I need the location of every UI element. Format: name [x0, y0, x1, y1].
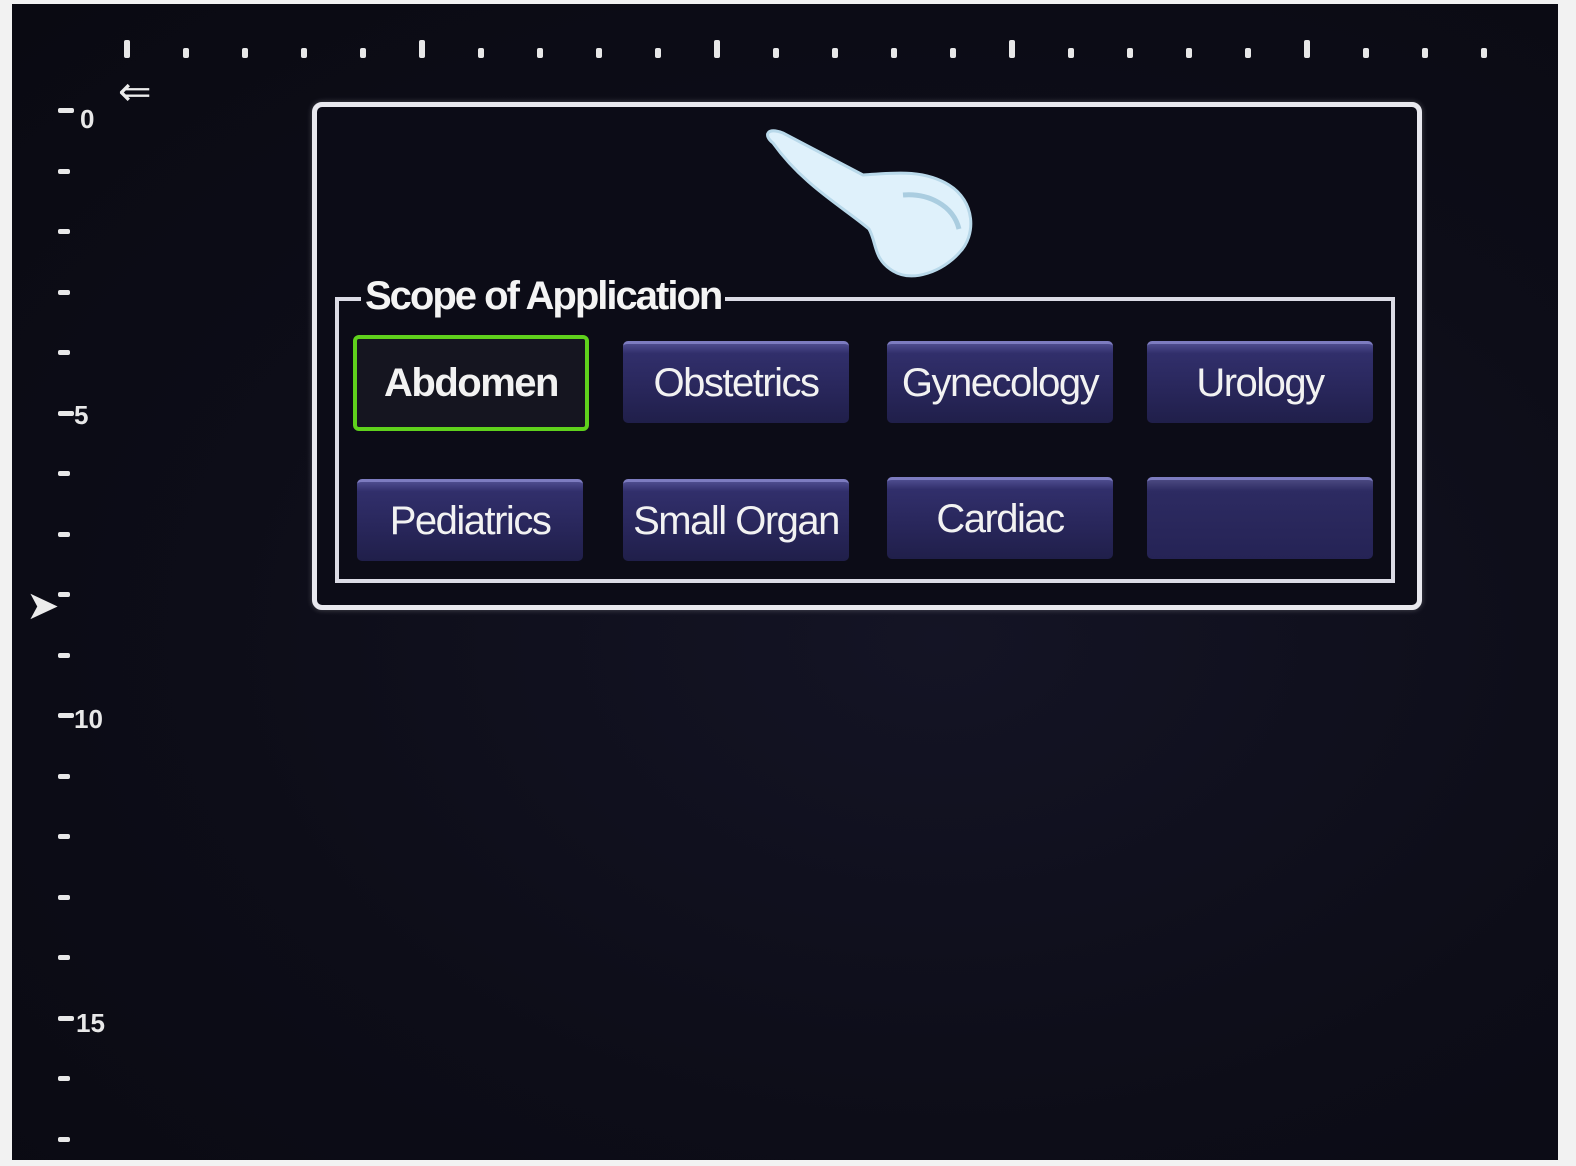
ruler-tick	[58, 108, 74, 113]
scope-of-application-group: Scope of Application Abdomen Obstetrics …	[335, 271, 1395, 583]
ruler-tick	[1068, 48, 1074, 58]
scope-title: Scope of Application	[361, 271, 726, 321]
depth-scale-ruler: 0 5 10 15	[12, 4, 132, 1160]
ruler-tick	[596, 48, 602, 58]
ruler-tick	[301, 48, 307, 58]
ruler-tick	[419, 40, 425, 58]
ruler-tick	[1363, 48, 1369, 58]
gynecology-button[interactable]: Gynecology	[887, 341, 1113, 423]
depth-label-5: 5	[74, 400, 89, 430]
ruler-tick	[58, 410, 74, 416]
ruler-tick	[183, 48, 189, 58]
ultrasound-screen: 0 5 10 15 ⇐ ➤ Scope of Application Abdom…	[12, 4, 1558, 1160]
ruler-tick	[58, 471, 70, 476]
ruler-tick	[1304, 40, 1310, 58]
scope-of-application-dialog: Scope of Application Abdomen Obstetrics …	[312, 102, 1422, 610]
ruler-tick	[58, 652, 70, 658]
ruler-tick	[478, 48, 484, 58]
ruler-tick	[58, 229, 70, 234]
ruler-tick	[58, 289, 70, 295]
transducer-probe-icon	[766, 129, 973, 278]
ruler-tick	[1009, 40, 1015, 58]
ruler-tick	[58, 1076, 70, 1081]
depth-label-10: 10	[74, 704, 103, 734]
ruler-tick	[58, 350, 70, 355]
depth-label-15: 15	[76, 1008, 105, 1038]
ruler-tick	[1127, 48, 1133, 58]
ruler-tick	[58, 955, 70, 960]
small-organ-button[interactable]: Small Organ	[623, 479, 849, 561]
ruler-tick	[1186, 48, 1192, 58]
ruler-tick	[58, 592, 70, 597]
ruler-tick	[58, 773, 70, 779]
ruler-tick	[1245, 48, 1251, 58]
back-arrow-icon[interactable]: ⇐	[118, 72, 152, 112]
depth-label-0: 0	[80, 104, 95, 134]
ruler-tick	[242, 48, 248, 58]
ruler-tick	[832, 48, 838, 58]
ruler-tick	[950, 48, 956, 58]
ruler-tick	[655, 48, 661, 58]
ruler-tick	[714, 40, 720, 58]
urology-button[interactable]: Urology	[1147, 341, 1373, 423]
ruler-tick	[360, 48, 366, 58]
empty-application-button[interactable]	[1147, 477, 1373, 559]
obstetrics-button[interactable]: Obstetrics	[623, 341, 849, 423]
ruler-tick	[58, 1136, 70, 1142]
focus-marker-icon: ➤	[26, 584, 60, 628]
ruler-tick	[58, 894, 70, 900]
ruler-tick	[1481, 48, 1487, 58]
top-scale-ruler	[12, 4, 1558, 84]
ruler-tick	[537, 48, 543, 58]
ruler-tick	[773, 48, 779, 58]
ruler-tick	[58, 713, 74, 718]
pediatrics-button[interactable]: Pediatrics	[357, 479, 583, 561]
ruler-tick	[58, 531, 70, 537]
ruler-tick	[58, 1015, 74, 1021]
ruler-tick	[58, 168, 70, 174]
ruler-tick	[891, 48, 897, 58]
cardiac-button[interactable]: Cardiac	[887, 477, 1113, 559]
ruler-tick	[58, 834, 70, 839]
abdomen-button[interactable]: Abdomen	[353, 335, 589, 431]
ruler-tick	[1422, 48, 1428, 58]
